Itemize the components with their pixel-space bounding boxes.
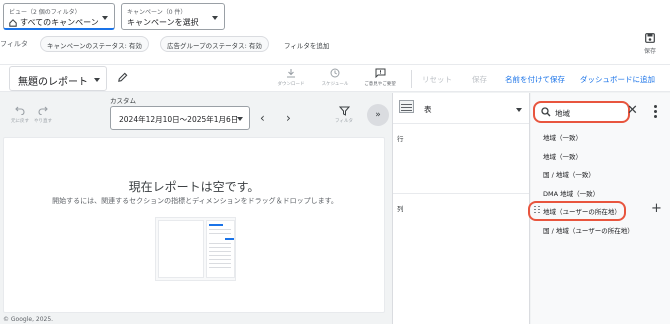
- feedback-button[interactable]: ご意見やご要望: [362, 68, 398, 87]
- schedule-button[interactable]: スケジュール: [317, 68, 353, 87]
- chevron-down-icon[interactable]: [516, 108, 522, 112]
- dimension-search-input[interactable]: 地域: [533, 101, 630, 123]
- filter-button-label: フィルタ: [335, 119, 353, 124]
- add-to-dashboard-button[interactable]: ダッシュボードに追加: [580, 74, 655, 85]
- reset-button[interactable]: リセット: [422, 74, 452, 85]
- illustration-canvas: [158, 220, 204, 278]
- illustration-line: [209, 229, 231, 230]
- save-as-button[interactable]: 名前を付けて保存: [505, 74, 565, 85]
- settings-panel: 表 行 列: [392, 93, 530, 324]
- add-filter-button[interactable]: フィルタを追加: [284, 40, 329, 50]
- download-label: ダウンロード: [277, 82, 305, 87]
- campaign-selector[interactable]: キャンペーン（0 件） キャンペーンを選択: [121, 3, 225, 30]
- view-selector[interactable]: ビュー（2 個のフィルタ） すべてのキャンペーン: [3, 3, 115, 30]
- dimension-item[interactable]: 地域（一致）: [543, 151, 582, 161]
- copyright-footer: © Google, 2025.: [3, 316, 54, 323]
- dimension-item-hovered[interactable]: 地域（ユーザーの所在地）: [543, 206, 621, 216]
- date-range-picker[interactable]: 2024年12月10日～2025年1月6日: [110, 106, 250, 130]
- collapse-panel-button[interactable]: »: [367, 104, 389, 126]
- illustration-line: [209, 259, 231, 260]
- report-name: 無題のレポート: [18, 77, 88, 88]
- chevron-down-icon: [212, 16, 218, 20]
- view-selector-label: ビュー（2 個のフィルタ）: [9, 9, 81, 16]
- chevron-down-icon: [237, 117, 243, 121]
- chevron-right-icon[interactable]: ›: [286, 111, 291, 125]
- save-top-label: 保存: [643, 48, 656, 55]
- undo-button[interactable]: 元に戻す: [11, 106, 29, 124]
- edit-pencil-icon[interactable]: [117, 72, 128, 85]
- illustration-bar: [225, 238, 234, 240]
- dimension-item[interactable]: DMA 地域（一致）: [543, 188, 599, 198]
- report-name-dropdown[interactable]: 無題のレポート: [9, 66, 107, 91]
- filter-chip-campaign-status[interactable]: キャンペーンのステータス: 有効: [40, 36, 149, 52]
- illustration-line: [209, 243, 231, 244]
- illustration-line: [209, 233, 231, 234]
- illustration-line: [209, 251, 231, 252]
- search-value: 地域: [555, 109, 570, 118]
- add-icon[interactable]: +: [651, 201, 662, 216]
- feedback-icon: [375, 68, 385, 79]
- filter-label: フィルタ: [0, 40, 28, 48]
- columns-section-label: 列: [397, 205, 404, 213]
- illustration-line: [209, 267, 231, 268]
- filter-bar: ビュー（2 個のフィルタ） すべてのキャンペーン キャンペーン（0 件） キャン…: [0, 0, 670, 64]
- report-toolbar: 無題のレポート ダウンロード スケジュール ご意見やご要望 リセット 保存 名前…: [0, 64, 670, 92]
- empty-report-illustration: [155, 217, 236, 281]
- date-range-label: カスタム: [110, 97, 136, 105]
- more-vert-icon[interactable]: [653, 105, 659, 120]
- dimension-item[interactable]: 国 / 地域（ユーザーの所在地）: [543, 225, 634, 235]
- home-icon: [9, 18, 17, 27]
- schedule-label: スケジュール: [321, 82, 349, 87]
- chevron-down-icon: [102, 16, 108, 20]
- illustration-line: [209, 247, 231, 248]
- drag-handle-icon[interactable]: [534, 206, 540, 215]
- search-icon: [541, 107, 551, 117]
- rows-section-label: 行: [397, 135, 404, 143]
- date-range-value: 2024年12月10日～2025年1月6日: [119, 115, 239, 124]
- download-icon: [287, 69, 295, 78]
- toolbar-divider: [411, 70, 412, 88]
- close-icon[interactable]: ✕: [627, 103, 638, 118]
- filter-icon: [338, 106, 350, 116]
- chevron-down-icon: [94, 78, 100, 82]
- empty-report-title: 現在レポートは空です。: [128, 180, 260, 194]
- campaign-selector-value: キャンペーンを選択: [127, 18, 199, 27]
- save-button[interactable]: 保存: [472, 74, 487, 85]
- filter-chip-adgroup-status[interactable]: 広告グループのステータス: 有効: [160, 36, 269, 52]
- clock-icon: [330, 68, 340, 78]
- download-button[interactable]: ダウンロード: [273, 68, 309, 87]
- table-icon: [399, 100, 414, 113]
- divider: [393, 123, 529, 124]
- feedback-label: ご意見やご要望: [364, 82, 396, 87]
- illustration-line: [209, 263, 231, 264]
- dimension-item[interactable]: 国 / 地域（一致）: [543, 169, 595, 179]
- campaign-selector-label: キャンペーン（0 件）: [127, 9, 187, 16]
- save-top-button[interactable]: 保存: [640, 33, 660, 55]
- redo-button[interactable]: やり直す: [34, 106, 52, 124]
- report-editor: 元に戻す やり直す カスタム 2024年12月10日～2025年1月6日 ‹ ›…: [0, 93, 391, 324]
- view-selector-value-row: すべてのキャンペーン: [9, 17, 99, 28]
- chevron-left-icon[interactable]: ‹: [260, 111, 265, 125]
- dimension-list-panel: 地域 ✕ 地域（一致） 地域（一致） 国 / 地域（一致） DMA 地域（一致）…: [528, 93, 670, 324]
- divider: [393, 193, 529, 194]
- redo-icon: [38, 106, 48, 116]
- illustration-bar: [209, 224, 223, 226]
- dimension-item[interactable]: 地域（一致）: [543, 132, 582, 142]
- visualization-type[interactable]: 表: [424, 104, 432, 115]
- illustration-panel: [206, 220, 235, 278]
- view-selector-value: すべてのキャンペーン: [20, 18, 99, 27]
- illustration-line: [209, 255, 231, 256]
- save-icon: [645, 33, 655, 43]
- redo-label: やり直す: [34, 119, 52, 124]
- empty-report-description: 開始するには、関連するセクションの指標とディメンションをドラッグ＆ドロップします…: [52, 197, 338, 205]
- filter-button[interactable]: フィルタ: [334, 106, 354, 124]
- undo-label: 元に戻す: [11, 119, 29, 124]
- report-canvas[interactable]: 現在レポートは空です。 開始するには、関連するセクションの指標とディメンションを…: [3, 137, 385, 313]
- undo-icon: [15, 106, 25, 116]
